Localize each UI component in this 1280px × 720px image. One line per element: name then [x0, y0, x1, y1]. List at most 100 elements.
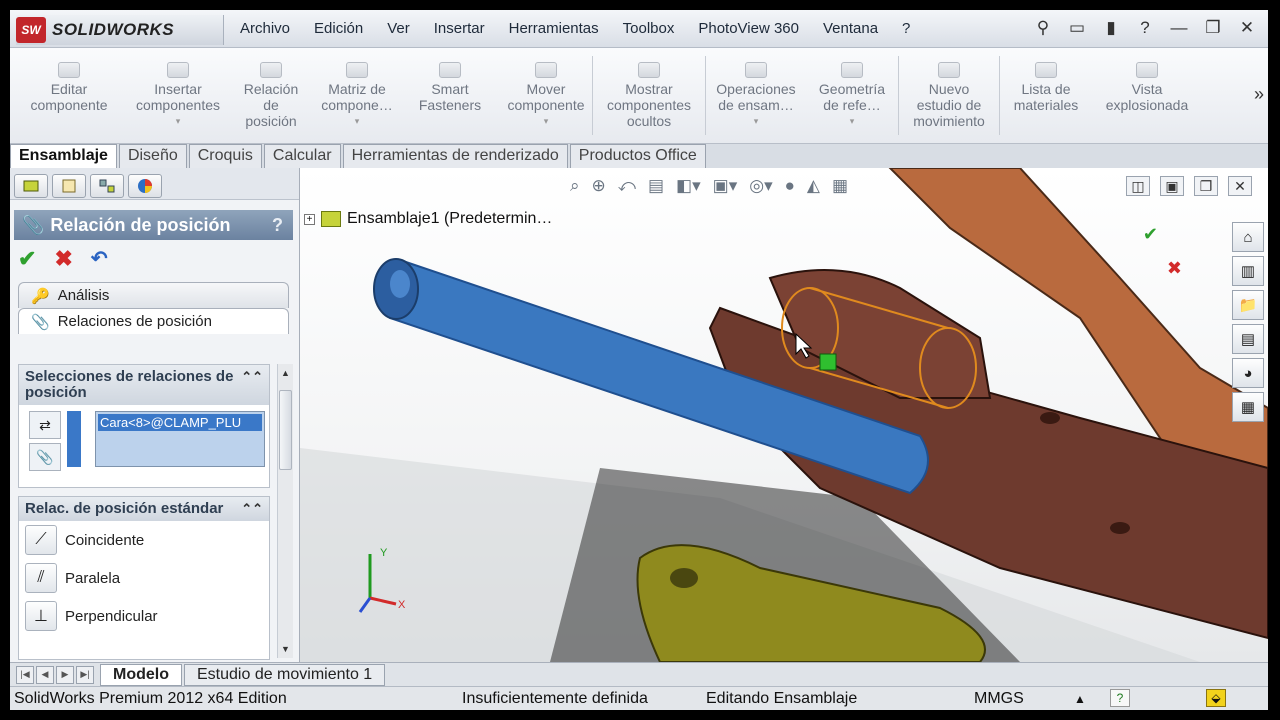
file-explorer-icon[interactable]: 📁	[1232, 290, 1264, 320]
mate-paralela[interactable]: ⫽ Paralela	[19, 559, 269, 597]
more-commands-icon[interactable]: »	[1254, 84, 1264, 105]
restore-window-icon[interactable]: ❐	[1194, 176, 1218, 196]
solidworks-logo[interactable]: SW SOLIDWORKS	[16, 15, 224, 45]
swap-selection-icon[interactable]: ⇄	[29, 411, 61, 439]
tab-relaciones-posicion[interactable]: 📎 Relaciones de posición	[18, 308, 289, 334]
scroll-up-icon[interactable]: ▲	[281, 368, 290, 378]
mate-coincidente[interactable]: ⟋ Coincidente	[19, 521, 269, 559]
home-icon[interactable]: ⌂	[1232, 222, 1264, 252]
mover-componente-button[interactable]: Mover componente ▾	[500, 48, 592, 143]
options-icon[interactable]: ▮	[1098, 16, 1124, 40]
custom-properties-icon[interactable]: ▦	[1232, 392, 1264, 422]
expand-icon[interactable]: +	[304, 213, 315, 225]
cancel-x-icon[interactable]: ✖	[54, 246, 72, 272]
help-icon[interactable]: ?	[1132, 16, 1158, 40]
scroll-thumb[interactable]	[279, 390, 292, 470]
prev-tab-icon[interactable]: ◀	[36, 665, 54, 684]
feature-manager-tab[interactable]	[14, 174, 48, 198]
selection-entity[interactable]: Cara<8>@CLAMP_PLU	[98, 414, 262, 431]
view-orientation-icon[interactable]: ◧▾	[676, 176, 701, 196]
tab-analisis[interactable]: 🔑 Análisis	[18, 282, 289, 308]
units-menu-icon[interactable]: ▲	[1074, 692, 1086, 706]
previous-view-icon[interactable]: ⤺	[618, 176, 636, 196]
menu-ventana[interactable]: Ventana	[811, 20, 890, 37]
graphics-area[interactable]: + Y X ⌕ ⊕ ⤺ ▤ ◧▾ ▣▾ ◎▾ ● ◭ ▦ + Ensamblaj…	[300, 168, 1268, 662]
edit-appearance-icon[interactable]: ●	[785, 176, 795, 196]
collapse-icon[interactable]: ⌃⌃	[241, 369, 263, 385]
display-style-icon[interactable]: ▣▾	[713, 176, 738, 196]
next-tab-icon[interactable]: ▶	[56, 665, 74, 684]
mostrar-ocultos-button[interactable]: Mostrar componentes ocultos	[593, 48, 705, 143]
mate-selections-header[interactable]: Selecciones de relaciones de posición ⌃⌃	[19, 365, 269, 405]
confirm-corner-cancel-icon[interactable]: ✖	[1167, 258, 1182, 279]
mate-perpendicular[interactable]: ⊥ Perpendicular	[19, 597, 269, 635]
menu-insertar[interactable]: Insertar	[422, 20, 497, 37]
operaciones-ensamblaje-button[interactable]: Operaciones de ensam… ▾	[706, 48, 806, 143]
menu-herramientas[interactable]: Herramientas	[497, 20, 611, 37]
property-manager-tab[interactable]	[52, 174, 86, 198]
configuration-manager-tab[interactable]	[90, 174, 124, 198]
quick-tips-icon[interactable]: ?	[1110, 689, 1130, 707]
last-tab-icon[interactable]: ▶|	[76, 665, 94, 684]
menu-toolbox[interactable]: Toolbox	[611, 20, 687, 37]
relacion-posicion-button[interactable]: Relación de posición	[228, 48, 314, 143]
ok-check-icon[interactable]: ✔	[18, 246, 36, 272]
lista-materiales-button[interactable]: Lista de materiales	[1000, 48, 1092, 143]
matriz-componente-button[interactable]: Matriz de compone… ▾	[314, 48, 400, 143]
insertar-componentes-button[interactable]: Insertar componentes ▾	[128, 48, 228, 143]
collapse-icon[interactable]: ⌃⌃	[241, 501, 263, 517]
menu-edicion[interactable]: Edición	[302, 20, 375, 37]
scroll-down-icon[interactable]: ▼	[281, 644, 290, 654]
menu-archivo[interactable]: Archivo	[228, 20, 302, 37]
zoom-to-area-icon[interactable]: ⊕	[592, 176, 606, 196]
tab-renderizado[interactable]: Herramientas de renderizado	[342, 144, 568, 168]
section-view-icon[interactable]: ▤	[648, 176, 664, 196]
display-manager-tab[interactable]	[128, 174, 162, 198]
nuevo-estudio-movimiento-button[interactable]: Nuevo estudio de movimiento	[899, 48, 999, 143]
dropdown-arrow-icon[interactable]: ▾	[544, 113, 549, 129]
menu-help[interactable]: ?	[890, 20, 922, 37]
tab-estudio-movimiento[interactable]: Estudio de movimiento 1	[184, 663, 386, 686]
confirm-corner-ok-icon[interactable]: ✔	[1143, 224, 1158, 245]
dropdown-arrow-icon[interactable]: ▾	[850, 113, 855, 129]
first-tab-icon[interactable]: |◀	[16, 665, 34, 684]
dropdown-arrow-icon[interactable]: ▾	[754, 113, 759, 129]
close-document-icon[interactable]: ✕	[1228, 176, 1252, 196]
standard-mates-header[interactable]: Relac. de posición estándar ⌃⌃	[19, 497, 269, 521]
dropdown-arrow-icon[interactable]: ▾	[355, 113, 360, 129]
design-library-icon[interactable]: ▥	[1232, 256, 1264, 286]
model-render[interactable]: + Y X	[300, 168, 1268, 662]
units-status[interactable]: MMGS	[974, 690, 1024, 708]
tab-diseno[interactable]: Diseño	[118, 144, 187, 168]
vista-explosionada-button[interactable]: Vista explosionada	[1092, 48, 1202, 143]
mate-entities-icon[interactable]: 📎	[29, 443, 61, 471]
assembly-tree-node[interactable]: + Ensamblaje1 (Predetermin…	[304, 210, 552, 228]
close-icon[interactable]: ✕	[1234, 16, 1260, 40]
view-settings-icon[interactable]: ▦	[832, 176, 848, 196]
tab-croquis[interactable]: Croquis	[188, 144, 262, 168]
zoom-to-fit-icon[interactable]: ⌕	[570, 176, 580, 196]
tab-ensamblaje[interactable]: Ensamblaje	[10, 144, 117, 168]
apply-scene-icon[interactable]: ◭	[807, 176, 820, 196]
dropdown-arrow-icon[interactable]: ▾	[176, 113, 181, 129]
tab-modelo[interactable]: Modelo	[100, 663, 182, 686]
pin-icon[interactable]: ⚲	[1030, 16, 1056, 40]
menu-ver[interactable]: Ver	[375, 20, 422, 37]
hide-show-items-icon[interactable]: ◎▾	[749, 176, 772, 196]
help-icon[interactable]: ?	[272, 215, 283, 236]
geometria-referencia-button[interactable]: Geometría de refe… ▾	[806, 48, 898, 143]
undo-icon[interactable]: ↶	[91, 246, 108, 272]
new-document-icon[interactable]: ▭	[1064, 16, 1090, 40]
mate-selection-list[interactable]: Cara<8>@CLAMP_PLU	[95, 411, 265, 467]
appearances-icon[interactable]: ◕	[1232, 358, 1264, 388]
vertical-scrollbar[interactable]: ▲ ▼	[277, 364, 293, 658]
view-palette-icon[interactable]: ▤	[1232, 324, 1264, 354]
smart-fasteners-button[interactable]: Smart Fasteners	[400, 48, 500, 143]
menu-photoview[interactable]: PhotoView 360	[686, 20, 811, 37]
restore-icon[interactable]: ❐	[1200, 16, 1226, 40]
tag-icon[interactable]: ⬙	[1206, 689, 1226, 707]
minimize-icon[interactable]: —	[1166, 16, 1192, 40]
editar-componente-button[interactable]: Editar componente	[10, 48, 128, 143]
tile-view-icon[interactable]: ▣	[1160, 176, 1184, 196]
split-view-icon[interactable]: ◫	[1126, 176, 1150, 196]
